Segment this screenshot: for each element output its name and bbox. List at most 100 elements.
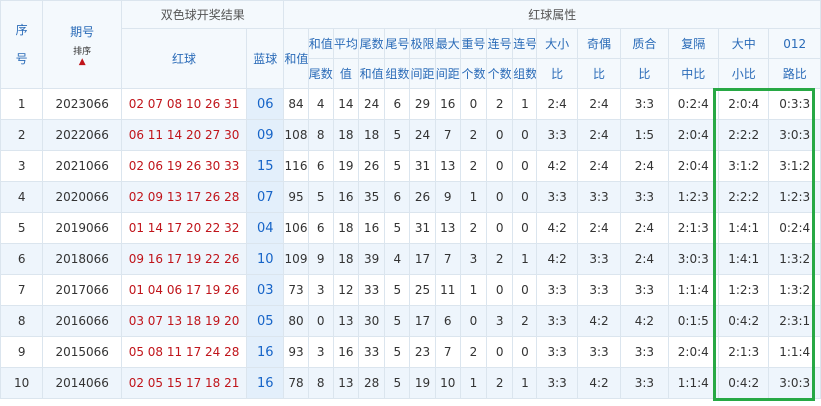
attr-cell: 4:2 bbox=[576, 367, 622, 399]
attr-cell: 16 bbox=[332, 336, 360, 368]
attr-cell: 5 bbox=[384, 305, 411, 337]
header-col-15-bottom: 路比 bbox=[768, 58, 821, 89]
attr-cell: 13 bbox=[434, 212, 461, 244]
row-period-cell: 2023066 bbox=[42, 88, 123, 120]
attr-cell: 3:3 bbox=[576, 274, 622, 306]
attr-cell: 0:1:5 bbox=[667, 305, 719, 337]
attr-cell: 16 bbox=[358, 212, 386, 244]
attr-cell: 2:4 bbox=[536, 88, 578, 120]
header-group-draw: 双色球开奖结果 bbox=[121, 0, 285, 29]
attr-cell: 1 bbox=[459, 367, 488, 399]
red-balls-cell: 09 16 17 19 22 26 bbox=[121, 243, 248, 275]
blue-ball-cell: 15 bbox=[246, 150, 285, 182]
attr-cell: 2:1:3 bbox=[717, 336, 770, 368]
attr-cell: 1:5 bbox=[620, 119, 669, 151]
attr-cell: 2 bbox=[512, 305, 538, 337]
attr-cell: 1:1:4 bbox=[768, 336, 821, 368]
attr-cell: 3:0:3 bbox=[768, 119, 821, 151]
attr-cell: 10 bbox=[434, 367, 461, 399]
attr-cell: 13 bbox=[332, 305, 360, 337]
row-seq-cell: 8 bbox=[0, 305, 44, 337]
attr-cell: 1 bbox=[459, 181, 488, 213]
attr-cell: 1 bbox=[512, 243, 538, 275]
header-col-1-bottom: 尾数 bbox=[307, 58, 334, 89]
attr-cell: 26 bbox=[358, 150, 386, 182]
header-sum: 和值 bbox=[283, 28, 309, 89]
attr-cell: 1:2:3 bbox=[717, 274, 770, 306]
attr-cell: 24 bbox=[358, 88, 386, 120]
header-period[interactable]: 期号 排序 ▲ bbox=[42, 0, 123, 89]
row-period-cell: 2017066 bbox=[42, 274, 123, 306]
row-period-cell: 2018066 bbox=[42, 243, 123, 275]
table-row: 2 2022066 06 11 14 20 27 30 09 108 8 18 18 5 24 7 2… bbox=[0, 119, 821, 151]
table-row: 6 2018066 09 16 17 19 22 26 10 109 9 18 39 4 17 7 3… bbox=[0, 243, 821, 275]
attr-cell: 18 bbox=[332, 212, 360, 244]
header-col-12-top: 质合 bbox=[620, 28, 669, 59]
attr-cell: 0:3:3 bbox=[768, 88, 821, 120]
header-col-9-top: 连号 bbox=[512, 28, 538, 59]
row-seq-cell: 6 bbox=[0, 243, 44, 275]
attr-cell: 30 bbox=[358, 305, 386, 337]
attr-cell: 3:3 bbox=[536, 367, 578, 399]
attr-cell: 3:3 bbox=[576, 243, 622, 275]
header-col-3-top: 尾数 bbox=[358, 28, 386, 59]
attr-cell: 2:0:4 bbox=[717, 88, 770, 120]
attr-cell: 0 bbox=[512, 150, 538, 182]
attr-cell: 3 bbox=[459, 243, 488, 275]
attr-cell: 2 bbox=[486, 367, 514, 399]
attr-cell: 0 bbox=[459, 88, 488, 120]
attr-cell: 0 bbox=[512, 119, 538, 151]
attr-cell: 1:1:4 bbox=[667, 367, 719, 399]
attr-cell: 28 bbox=[358, 367, 386, 399]
attr-cell: 0 bbox=[486, 274, 514, 306]
attr-cell: 0 bbox=[512, 181, 538, 213]
attr-cell: 16 bbox=[332, 181, 360, 213]
table-row: 7 2017066 01 04 06 17 19 26 03 73 3 12 33 5 25 11 1… bbox=[0, 274, 821, 306]
blue-ball-cell: 06 bbox=[246, 88, 285, 120]
attr-cell: 7 bbox=[434, 243, 461, 275]
row-seq-cell: 4 bbox=[0, 181, 44, 213]
attr-cell: 3:3 bbox=[620, 367, 669, 399]
attr-cell: 13 bbox=[434, 150, 461, 182]
blue-ball-cell: 09 bbox=[246, 119, 285, 151]
sort-button[interactable]: 排序 ▲ bbox=[73, 46, 91, 67]
red-balls-cell: 03 07 13 18 19 20 bbox=[121, 305, 248, 337]
header-col-14-top: 大中 bbox=[717, 28, 770, 59]
attr-cell: 5 bbox=[307, 181, 334, 213]
attr-cell: 19 bbox=[409, 367, 436, 399]
attr-cell: 1 bbox=[459, 274, 488, 306]
attr-cell: 0 bbox=[486, 212, 514, 244]
attr-cell: 11 bbox=[434, 274, 461, 306]
attr-cell: 78 bbox=[283, 367, 309, 399]
header-group-attr: 红球属性 bbox=[283, 0, 821, 29]
header-seq: 序号 bbox=[0, 0, 44, 89]
attr-cell: 26 bbox=[409, 181, 436, 213]
attr-cell: 2 bbox=[459, 336, 488, 368]
attr-cell: 6 bbox=[307, 212, 334, 244]
sort-arrow-icon: ▲ bbox=[78, 56, 86, 67]
attr-cell: 2:4 bbox=[576, 212, 622, 244]
row-seq-cell: 1 bbox=[0, 88, 44, 120]
attr-cell: 23 bbox=[409, 336, 436, 368]
attr-cell: 6 bbox=[307, 150, 334, 182]
attr-cell: 0 bbox=[486, 336, 514, 368]
header-col-11-bottom: 比 bbox=[576, 58, 622, 89]
attr-cell: 3:3 bbox=[536, 305, 578, 337]
attr-cell: 2 bbox=[459, 119, 488, 151]
attr-cell: 2:4 bbox=[620, 212, 669, 244]
attr-cell: 5 bbox=[384, 336, 411, 368]
header-col-6-bottom: 间距 bbox=[434, 58, 461, 89]
attr-cell: 116 bbox=[283, 150, 309, 182]
attr-cell: 0 bbox=[512, 336, 538, 368]
red-balls-cell: 02 07 08 10 26 31 bbox=[121, 88, 248, 120]
attr-cell: 2:4 bbox=[576, 150, 622, 182]
row-period-cell: 2022066 bbox=[42, 119, 123, 151]
attr-cell: 0 bbox=[486, 150, 514, 182]
attr-cell: 1:2:3 bbox=[667, 181, 719, 213]
row-period-cell: 2020066 bbox=[42, 181, 123, 213]
header-col-15-top: 012 bbox=[768, 28, 821, 59]
attr-cell: 7 bbox=[434, 119, 461, 151]
blue-ball-cell: 16 bbox=[246, 367, 285, 399]
attr-cell: 0 bbox=[486, 181, 514, 213]
attr-cell: 4:2 bbox=[536, 212, 578, 244]
